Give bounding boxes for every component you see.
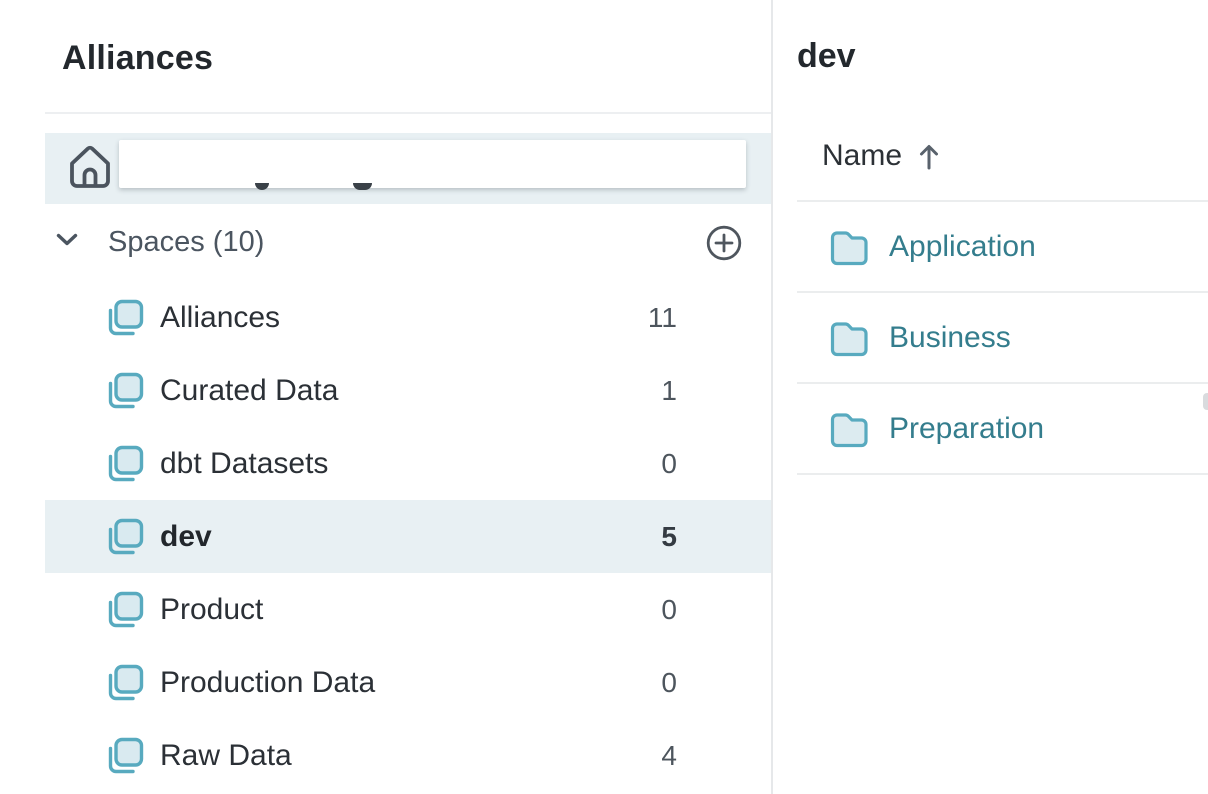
add-space-button[interactable] bbox=[705, 224, 743, 262]
space-name: Curated Data bbox=[160, 374, 338, 408]
sidebar-item-raw-data[interactable]: Raw Data 4 bbox=[45, 719, 771, 792]
space-count: 4 bbox=[661, 740, 677, 772]
space-icon bbox=[103, 735, 145, 777]
space-count: 0 bbox=[661, 448, 677, 480]
space-count: 11 bbox=[648, 302, 677, 334]
sidebar-item-curated-data[interactable]: Curated Data 1 bbox=[45, 354, 771, 427]
sidebar-item-product[interactable]: Product 0 bbox=[45, 573, 771, 646]
space-count: 0 bbox=[661, 667, 677, 699]
space-icon bbox=[103, 297, 145, 339]
space-name: dbt Datasets bbox=[160, 447, 328, 481]
space-icon bbox=[103, 589, 145, 631]
spaces-section-label: Spaces (10) bbox=[108, 226, 264, 259]
folder-row-application[interactable]: Application bbox=[797, 202, 1208, 293]
page-title: dev bbox=[797, 37, 856, 76]
space-icon bbox=[103, 370, 145, 412]
space-count: 1 bbox=[661, 375, 677, 407]
sidebar-title: Alliances bbox=[62, 39, 213, 78]
folder-row-business[interactable]: Business bbox=[797, 293, 1208, 384]
redacted-overlay bbox=[119, 140, 746, 188]
folder-icon bbox=[828, 228, 870, 266]
spaces-section-header: Spaces (10) bbox=[45, 204, 771, 281]
folder-row-preparation[interactable]: Preparation bbox=[797, 384, 1208, 475]
space-name: Alliances bbox=[160, 301, 280, 335]
hidden-text-descender bbox=[255, 183, 269, 190]
column-header-name[interactable]: Name bbox=[822, 136, 940, 176]
scrollbar-fragment bbox=[1203, 393, 1208, 410]
sidebar-item-production-data[interactable]: Production Data 0 bbox=[45, 646, 771, 719]
home-icon bbox=[64, 140, 116, 199]
chevron-down-icon[interactable] bbox=[56, 233, 80, 251]
column-label: Name bbox=[822, 139, 902, 173]
folder-link[interactable]: Application bbox=[889, 230, 1036, 264]
folder-icon bbox=[828, 410, 870, 448]
arrow-up-icon bbox=[918, 143, 940, 170]
space-count: 0 bbox=[661, 594, 677, 626]
space-name: Raw Data bbox=[160, 739, 292, 773]
space-name: Product bbox=[160, 593, 263, 627]
folder-link[interactable]: Business bbox=[889, 321, 1011, 355]
sidebar-item-dbt-datasets[interactable]: dbt Datasets 0 bbox=[45, 427, 771, 500]
folder-icon bbox=[828, 319, 870, 357]
hidden-text-descender bbox=[353, 183, 372, 190]
content-panel: dev Name Application Business bbox=[773, 0, 1208, 794]
app-window: Alliances Spaces (10) bbox=[0, 0, 1208, 794]
space-icon bbox=[103, 662, 145, 704]
space-icon bbox=[103, 443, 145, 485]
space-name: dev bbox=[160, 520, 212, 554]
folder-link[interactable]: Preparation bbox=[889, 412, 1044, 446]
home-row[interactable] bbox=[45, 133, 771, 204]
space-count: 5 bbox=[661, 521, 677, 553]
sidebar-item-dev[interactable]: dev 5 bbox=[45, 500, 771, 573]
space-icon bbox=[103, 516, 145, 558]
divider bbox=[45, 112, 772, 114]
sidebar-item-alliances[interactable]: Alliances 11 bbox=[45, 281, 771, 354]
space-name: Production Data bbox=[160, 666, 375, 700]
